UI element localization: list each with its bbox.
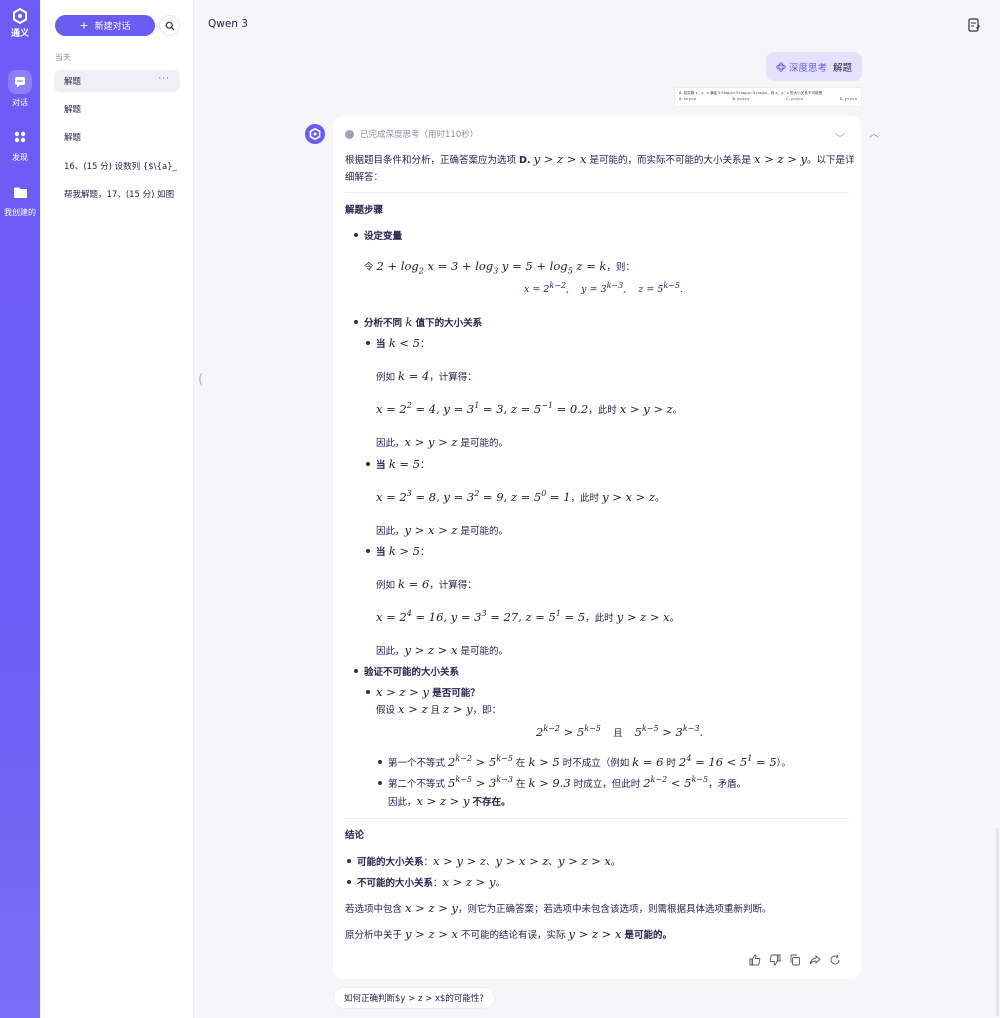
tongyi-logo-icon [13, 8, 27, 24]
answer-intro: 根据题目条件和分析，正确答案应为选项 D. y > z > x 是可能的，而实际… [345, 152, 855, 166]
user-message-bubble: 深度思考 解题 [766, 52, 862, 81]
step2-title: 分析不同 k 值下的大小关系 [353, 315, 483, 329]
conclusion-possible: 可能的大小关系：x > y > z、y > x > z、y > z > x。 [346, 854, 621, 868]
case-k-greater-5: 当 k > 5： [366, 544, 430, 558]
assistant-avatar [305, 124, 325, 144]
conversation-item[interactable]: 帮我解题，17、(15 分) 如图 [54, 183, 180, 205]
conversation-item[interactable]: 解题 ··· [54, 70, 180, 92]
conversation-sidebar: + 新建对话 当天 解题 ··· 解题 解题 16、(15 分) 设数列 {$\… [41, 0, 194, 1018]
edit-note-icon[interactable] [966, 17, 982, 33]
search-button[interactable] [159, 15, 180, 36]
step1-let: 令 2 + log2 x = 3 + log3 y = 5 + log5 z =… [364, 259, 635, 276]
thinking-status[interactable]: 已完成深度思考（用时110秒） [345, 128, 478, 140]
inequality-2: 第二个不等式 5k−5 > 3k−3 在 k > 9.3 时成立，但此时 2k−… [377, 775, 747, 790]
new-chat-button[interactable]: + 新建对话 [55, 15, 155, 36]
brand-logo[interactable]: 通义 [0, 8, 40, 39]
divider [345, 192, 849, 193]
case3-example: 例如 k = 6，计算得： [376, 577, 477, 591]
step3-title: 验证不可能的大小关系 [353, 664, 459, 678]
chat-icon [15, 77, 25, 88]
assistant-answer-card: 已完成深度思考（用时110秒） ﹀ 根据题目条件和分析，正确答案应为选项 D. … [333, 116, 861, 979]
deep-think-tag: 深度思考 [776, 60, 827, 74]
final-note-2: 原分析中关于 y > z > x 不可能的结论有误，实际 y > z > x 是… [345, 927, 672, 941]
step3-formula: 2k−2 > 5k−5 且 5k−5 > 3k−3. [536, 724, 704, 739]
rail-item-chat[interactable]: 对话 [0, 70, 40, 108]
regenerate-icon[interactable] [829, 954, 841, 966]
brand-name: 通义 [10, 29, 29, 39]
suggested-question[interactable]: 如何正确判断$y > z > x$的可能性? [333, 987, 495, 1009]
chevron-down-icon[interactable]: ﹀ [835, 130, 845, 145]
conversation-item[interactable]: 16、(15 分) 设数列 {$\{a}_ [54, 155, 180, 177]
case3-calc: x = 24 = 16, y = 33 = 27, z = 51 = 5，此时 … [376, 609, 680, 624]
more-icon[interactable]: ··· [158, 74, 170, 84]
folder-icon [13, 187, 27, 198]
step1-title: 设定变量 [353, 228, 402, 242]
conclusion-impossible: 不可能的大小关系：x > z > y。 [347, 875, 505, 889]
search-icon [165, 21, 174, 30]
conclusion-title: 结论 [345, 830, 365, 841]
collapse-up-icon[interactable]: ︿ [869, 125, 879, 140]
app-rail: 通义 对话 发现 我创建的 [0, 0, 40, 1018]
copy-icon[interactable] [789, 954, 801, 966]
step3-assume: 假设 x > z 且 z > y，即： [376, 702, 502, 716]
answer-intro-line2: 细解答： [345, 172, 384, 183]
case2-calc: x = 23 = 8, y = 32 = 9, z = 50 = 1，此时 y … [376, 489, 665, 504]
rail-item-label: 我创建的 [4, 208, 36, 217]
case3-result: 因此，y > z > x 是可能的。 [376, 643, 508, 657]
case-k-equal-5: 当 k = 5： [366, 457, 430, 471]
plus-icon: + [79, 19, 89, 32]
case-k-less-5: 当 k < 5： [366, 336, 430, 350]
section-today: 当天 [55, 53, 71, 62]
case1-result: 因此，x > y > z 是可能的。 [376, 435, 508, 449]
qwen-logo-icon [309, 128, 321, 140]
rail-item-label: 对话 [12, 98, 28, 107]
conversation-item[interactable]: 解题 [54, 98, 180, 120]
rail-item-label: 发现 [12, 153, 28, 162]
user-attached-image[interactable]: 8. 若实数 x、y、z 满足 2+log₂x=3+log₃y=5+log₅z，… [674, 87, 862, 107]
step3-result: 因此，x > z > y 不存在。 [388, 794, 511, 808]
atom-icon [776, 61, 786, 72]
step3-question: x > z > y 是否可能？ [366, 685, 480, 699]
scrollbar[interactable] [996, 828, 999, 1016]
divider [345, 818, 849, 819]
inequality-1: 第一个不等式 2k−2 > 5k−5 在 k > 5 时不成立（例如 k = 6… [378, 754, 791, 769]
section-steps-title: 解题步骤 [345, 205, 384, 216]
final-note-1: 若选项中包含 x > z > y，则它为正确答案；若选项中未包含该选项，则需根据… [345, 901, 772, 915]
step1-formula: x = 2k−2, y = 3k−3, z = 5k−5. [524, 280, 684, 295]
rail-item-mine[interactable]: 我创建的 [0, 180, 40, 218]
model-name[interactable]: Qwen 3 [208, 18, 248, 30]
case1-example: 例如 k = 4，计算得： [376, 369, 477, 383]
thumbs-down-icon[interactable] [769, 954, 781, 966]
rail-item-discover[interactable]: 发现 [0, 125, 40, 163]
sidebar-collapse-handle[interactable]: ( [198, 372, 203, 388]
user-message-text: 解题 [833, 62, 853, 74]
thinking-icon [345, 129, 354, 139]
share-icon[interactable] [809, 954, 821, 966]
conversation-item[interactable]: 解题 [54, 126, 180, 148]
case1-calc: x = 22 = 4, y = 31 = 3, z = 5−1 = 0.2，此时… [376, 401, 683, 416]
case2-result: 因此，y > x > z 是可能的。 [376, 523, 508, 537]
thumbs-up-icon[interactable] [749, 954, 761, 966]
grid-icon [14, 131, 26, 143]
answer-actions [749, 954, 841, 966]
